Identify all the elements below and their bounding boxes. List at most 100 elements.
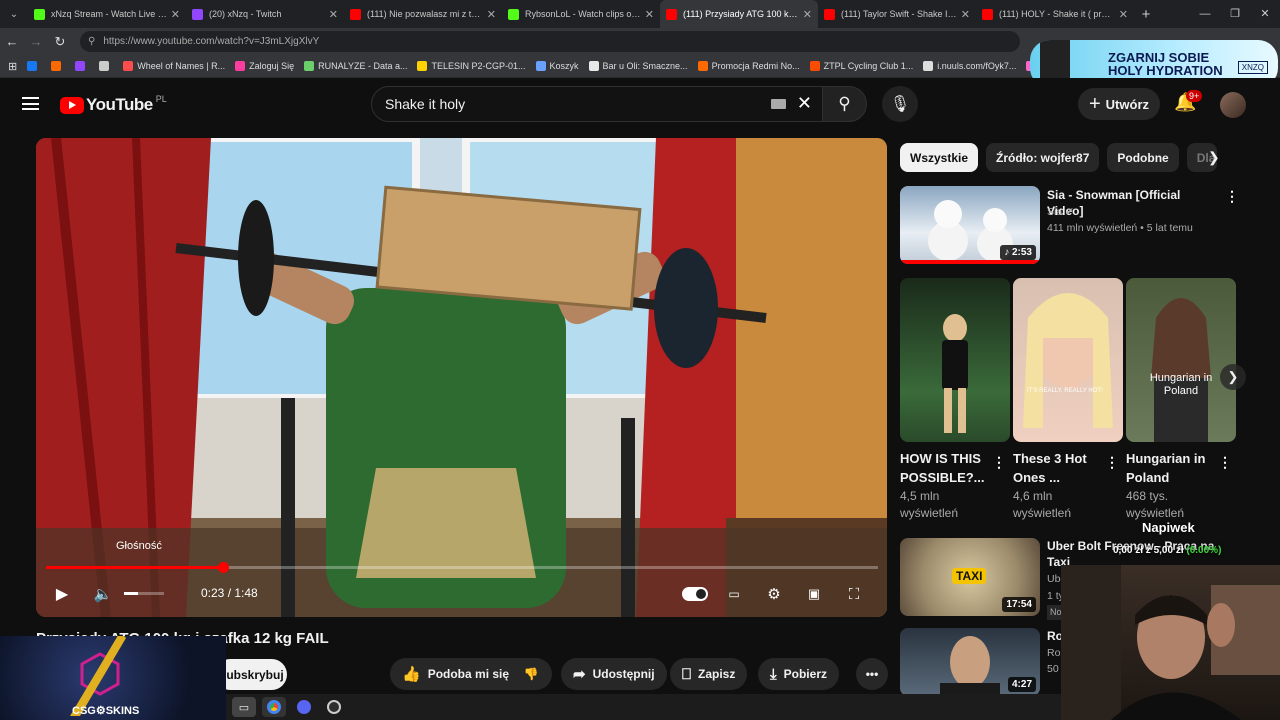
- video-player[interactable]: Głośność ▶ 🔈 0:23 / 1:48 ▭ ⚙ ▣ ⛶: [36, 138, 887, 617]
- video-thumbnail[interactable]: 4:27: [900, 628, 1040, 696]
- more-vert-icon[interactable]: ⋮: [992, 454, 1006, 471]
- terminal-icon[interactable]: ▭: [232, 697, 256, 717]
- browser-tab[interactable]: (111) Przysiady ATG 100 kg i sz ✕: [660, 0, 818, 28]
- short-title[interactable]: HOW IS THIS POSSIBLE?...: [900, 449, 986, 487]
- chevron-right-icon[interactable]: ❯: [1208, 149, 1220, 166]
- apps-grid-icon[interactable]: ⊞: [8, 60, 17, 73]
- browser-tab[interactable]: (111) HOLY - Shake it ( prod by ✕: [976, 0, 1134, 28]
- tab-close-icon[interactable]: ✕: [171, 8, 180, 21]
- bookmark-item[interactable]: [27, 61, 41, 71]
- country-code: PL: [155, 94, 167, 104]
- bookmark-item[interactable]: i.nuuls.com/fOyk7...: [923, 61, 1016, 71]
- verified-icon: ✔: [1065, 206, 1074, 218]
- search-button[interactable]: ⚲: [822, 86, 867, 122]
- time-display: 0:23 / 1:48: [201, 586, 258, 600]
- maximize-button[interactable]: ❐: [1220, 0, 1250, 28]
- tab-close-icon[interactable]: ✕: [487, 8, 496, 21]
- bookmark-item[interactable]: [99, 61, 113, 71]
- url-bar[interactable]: ⚲ https://www.youtube.com/watch?v=J3mLXj…: [80, 31, 1020, 52]
- clear-search-icon[interactable]: ✕: [797, 93, 812, 114]
- tip-goal-percent: (0.00%): [1186, 545, 1222, 556]
- streamer-image: [1061, 565, 1280, 720]
- short-title[interactable]: These 3 Hot Ones ...: [1013, 449, 1099, 487]
- short-thumbnail[interactable]: [900, 278, 1010, 442]
- reload-button[interactable]: ↻: [48, 34, 72, 50]
- bookmark-item[interactable]: [51, 61, 65, 71]
- bookmark-item[interactable]: Bar u Oli: Smaczne...: [588, 61, 688, 71]
- more-vert-icon[interactable]: ⋮: [1225, 188, 1239, 205]
- search-input[interactable]: Shake it holy ✕: [371, 86, 823, 122]
- tab-favicon-icon: [666, 8, 677, 20]
- browser-tab[interactable]: (20) xNzq - Twitch ✕: [186, 0, 344, 28]
- filter-chip[interactable]: Źródło: wojfer87: [986, 143, 1100, 172]
- more-vert-icon[interactable]: ⋮: [1218, 454, 1232, 471]
- create-label: Utwórz: [1105, 96, 1150, 112]
- download-icon: ⤓: [770, 665, 777, 683]
- chrome-icon[interactable]: [262, 697, 286, 717]
- forward-button[interactable]: →: [24, 34, 48, 49]
- voice-search-button[interactable]: 🎙: [882, 86, 918, 122]
- menu-icon[interactable]: [22, 97, 39, 110]
- obs-icon[interactable]: [322, 697, 346, 717]
- video-thumbnail[interactable]: ♪ 2:53: [900, 186, 1040, 264]
- bookmark-item[interactable]: Zaloguj Się: [235, 61, 294, 71]
- volume-slider[interactable]: [124, 592, 164, 595]
- theater-mode-icon[interactable]: ▣: [804, 584, 824, 604]
- short-title[interactable]: Hungarian in Poland: [1126, 449, 1212, 487]
- browser-tab[interactable]: (111) Taylor Swift - Shake It Off ✕: [818, 0, 976, 28]
- bookmark-item[interactable]: ZTPL Cycling Club 1...: [809, 61, 913, 71]
- more-actions-button[interactable]: •••: [856, 658, 888, 690]
- bookmark-item[interactable]: [75, 61, 89, 71]
- share-button[interactable]: ➦ Udostępnij: [561, 658, 667, 690]
- bookmark-item[interactable]: TELESIN P2-CGP-01...: [417, 61, 526, 71]
- avatar[interactable]: [1220, 92, 1246, 118]
- browser-tab[interactable]: (111) Nie pozwalasz mi z tobą ✕: [344, 0, 502, 28]
- volume-fill: [124, 592, 138, 595]
- bookmark-item[interactable]: Wheel of Names | R...: [123, 61, 225, 71]
- short-thumbnail[interactable]: IT'S REALLY, REALLY HOT!: [1013, 278, 1123, 442]
- keyboard-icon[interactable]: [771, 99, 786, 109]
- video-thumbnail[interactable]: TAXI 17:54: [900, 538, 1040, 616]
- new-tab-button[interactable]: +: [1134, 6, 1158, 23]
- tab-search-button[interactable]: ⌄: [0, 0, 28, 28]
- shorts-next-chevron-icon[interactable]: ❯: [1220, 364, 1246, 390]
- discord-icon[interactable]: [292, 697, 316, 717]
- volume-icon[interactable]: 🔈: [93, 584, 113, 604]
- tab-close-icon[interactable]: ✕: [961, 8, 970, 21]
- save-label: Zapisz: [698, 667, 736, 681]
- bookmark-item[interactable]: Promocja Redmi No...: [697, 61, 800, 71]
- tab-close-icon[interactable]: ✕: [645, 8, 654, 21]
- progress-bar[interactable]: [46, 562, 878, 573]
- site-info-icon[interactable]: ⚲: [88, 36, 95, 47]
- tab-close-icon[interactable]: ✕: [329, 8, 338, 21]
- tab-close-icon[interactable]: ✕: [803, 8, 812, 21]
- browser-tab[interactable]: RybsonLoL - Watch clips on Kick ✕: [502, 0, 660, 28]
- bookmark-item[interactable]: RUNALYZE - Data a...: [304, 61, 407, 71]
- subtitles-icon[interactable]: ▭: [724, 584, 744, 604]
- filter-chip[interactable]: Podobne: [1107, 143, 1179, 172]
- autoplay-toggle[interactable]: [682, 587, 708, 601]
- play-icon[interactable]: ▶: [52, 584, 72, 604]
- filter-chip[interactable]: Wszystkie: [900, 143, 979, 172]
- youtube-logo[interactable]: YouTube PL: [60, 94, 167, 115]
- short-overlay-text: IT'S REALLY, REALLY HOT!: [1027, 388, 1103, 394]
- fullscreen-icon[interactable]: ⛶: [844, 584, 864, 604]
- dislike-button[interactable]: 👎: [510, 658, 552, 690]
- create-button[interactable]: + Utwórz: [1078, 88, 1160, 120]
- save-button[interactable]: ⎕ Zapisz: [670, 658, 748, 690]
- download-button[interactable]: ⤓ Pobierz: [758, 658, 839, 690]
- close-window-button[interactable]: ✕: [1250, 0, 1280, 28]
- settings-gear-icon[interactable]: ⚙: [764, 584, 784, 604]
- tab-close-icon[interactable]: ✕: [1119, 8, 1128, 21]
- tip-goal-amount: 0,00 zł z 5,00 zł: [1113, 545, 1184, 556]
- browser-tab[interactable]: xNzq Stream - Watch Live on Kick ✕: [28, 0, 186, 28]
- short-thumbnail[interactable]: Hungarian in Poland: [1126, 278, 1236, 442]
- back-button[interactable]: ←: [0, 34, 24, 49]
- minimize-button[interactable]: —: [1190, 0, 1220, 28]
- more-vert-icon[interactable]: ⋮: [1105, 454, 1119, 471]
- recommended-video[interactable]: ♪ 2:53 Sia - Snowman [Official Video] Si…: [900, 186, 1239, 266]
- ad-line2: HOLY HYDRATION: [1108, 63, 1223, 78]
- tab-favicon-icon: [192, 8, 203, 20]
- bookmark-favicon-icon: [923, 61, 934, 71]
- bookmark-item[interactable]: Koszyk: [535, 61, 579, 71]
